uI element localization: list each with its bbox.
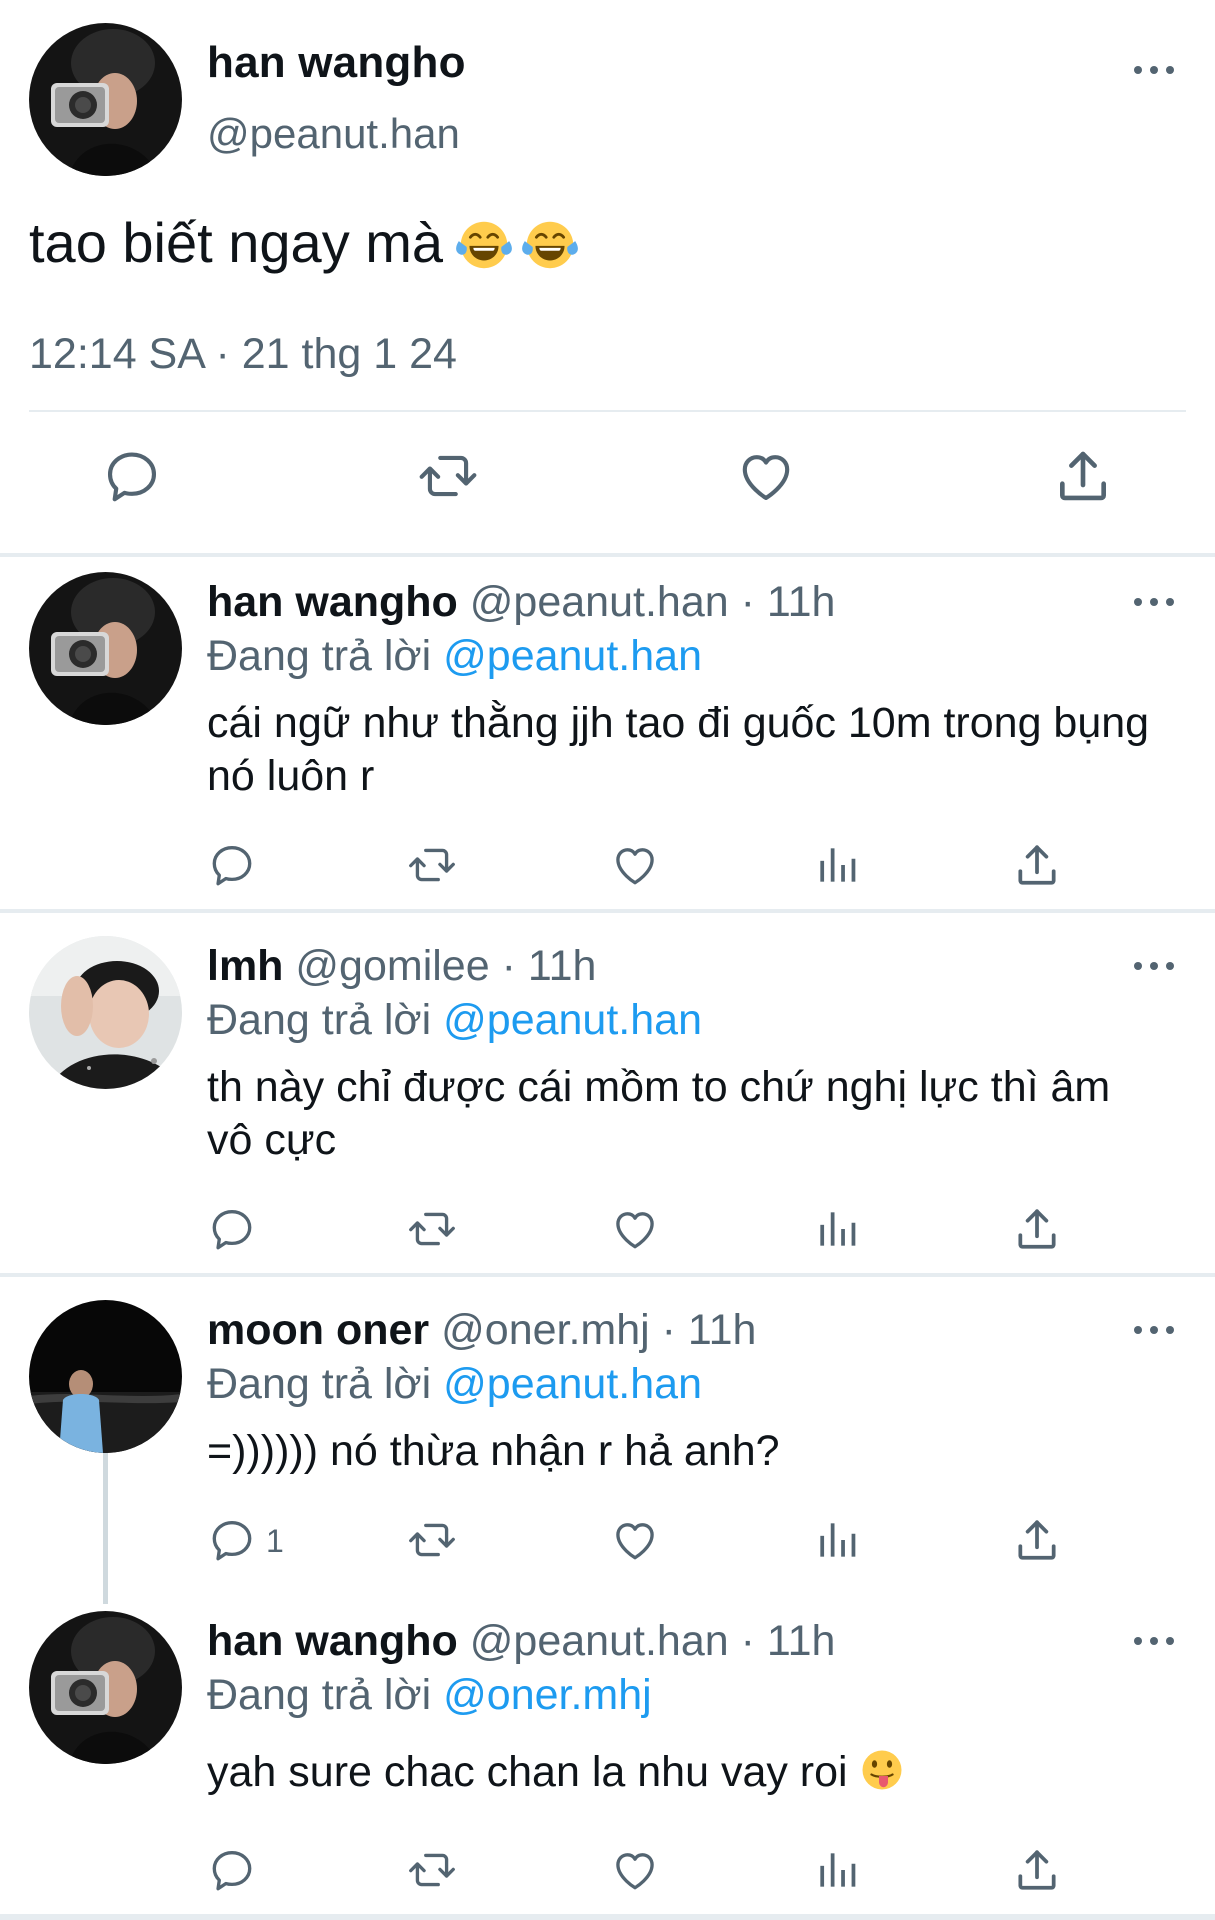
avatar[interactable] — [29, 572, 182, 725]
reply-icon[interactable] — [207, 1515, 257, 1565]
replying-label: Đang trả lời — [207, 1360, 444, 1408]
share-icon[interactable] — [1052, 445, 1114, 507]
author-name[interactable]: moon oner — [207, 1306, 429, 1354]
reply-actions: 1 — [0, 1515, 1215, 1575]
replying-to: Đang trả lời @peanut.han — [207, 1360, 702, 1409]
author-handle[interactable]: @peanut.han — [207, 110, 460, 158]
like-icon[interactable] — [610, 1204, 660, 1254]
views-icon[interactable] — [812, 1515, 862, 1565]
retweet-icon[interactable] — [407, 840, 457, 890]
reply-actions — [0, 1204, 1215, 1264]
like-icon[interactable] — [610, 1515, 660, 1565]
replying-to: Đang trả lời @peanut.han — [207, 632, 702, 681]
reply-tweet[interactable]: han wangho @peanut.han · 11h Đang trả lờ… — [0, 1611, 1215, 1911]
reply-actions — [0, 1845, 1215, 1905]
share-icon[interactable] — [1012, 1204, 1062, 1254]
more-icon[interactable] — [1132, 1631, 1176, 1651]
reply-text-container: yah sure chac chan la nhu vay roi — [207, 1746, 1167, 1799]
face-with-tears-of-joy-icon — [519, 212, 581, 274]
author-meta: @gomilee · 11h — [295, 942, 597, 990]
reply-text: =)))))) nó thừa nhận r hả anh? — [207, 1427, 780, 1475]
author-meta: @peanut.han · 11h — [469, 578, 836, 626]
retweet-icon[interactable] — [407, 1845, 457, 1895]
reply-icon[interactable] — [101, 445, 163, 507]
divider — [0, 909, 1215, 913]
like-icon[interactable] — [610, 1845, 660, 1895]
reply-count: 1 — [266, 1523, 284, 1559]
avatar[interactable] — [29, 23, 182, 176]
divider — [0, 1273, 1215, 1277]
replying-to: Đang trả lời @oner.mhj — [207, 1671, 652, 1720]
reply-text: yah sure chac chan la nhu vay roi — [207, 1748, 848, 1796]
reply-text: th này chỉ được cái mồm to chứ nghị lực … — [207, 1063, 1111, 1164]
tweet-timestamp: 12:14 SA · 21 thg 1 24 — [29, 330, 457, 378]
reply-tweet[interactable]: lmh @gomilee · 11h Đang trả lời @peanut.… — [0, 936, 1215, 1276]
mention-link[interactable]: @peanut.han — [443, 632, 702, 680]
author-name[interactable]: han wangho — [207, 1617, 458, 1665]
face-with-tears-of-joy-icon — [453, 212, 515, 274]
views-icon[interactable] — [812, 1204, 862, 1254]
share-icon[interactable] — [1012, 840, 1062, 890]
divider — [29, 410, 1186, 412]
replying-to: Đang trả lời @peanut.han — [207, 996, 702, 1045]
reply-icon[interactable] — [207, 1845, 257, 1895]
reply-tweet[interactable]: han wangho @peanut.han · 11h Đang trả lờ… — [0, 572, 1215, 912]
reply-header: han wangho @peanut.han · 11h — [207, 1617, 835, 1666]
retweet-icon[interactable] — [417, 445, 479, 507]
author-meta: @peanut.han · 11h — [469, 1617, 836, 1665]
tweet-actions — [0, 445, 1215, 525]
reply-icon[interactable] — [207, 840, 257, 890]
reply-header: han wangho @peanut.han · 11h — [207, 578, 835, 627]
avatar[interactable] — [29, 1300, 182, 1453]
author-name[interactable]: han wangho — [207, 38, 466, 88]
reply-actions — [0, 840, 1215, 900]
author-meta: @oner.mhj · 11h — [441, 1306, 757, 1354]
author-name[interactable]: han wangho — [207, 578, 458, 626]
tweet-text: tao biết ngay mà — [29, 210, 581, 275]
face-with-tongue-icon — [858, 1746, 906, 1794]
author-name[interactable]: lmh — [207, 942, 283, 990]
share-icon[interactable] — [1012, 1845, 1062, 1895]
avatar[interactable] — [29, 1611, 182, 1764]
mention-link[interactable]: @peanut.han — [443, 1360, 702, 1408]
divider — [0, 1914, 1215, 1920]
replying-label: Đang trả lời — [207, 632, 444, 680]
mention-link[interactable]: @peanut.han — [443, 996, 702, 1044]
retweet-icon[interactable] — [407, 1204, 457, 1254]
tweet-text-content: tao biết ngay mà — [29, 211, 444, 274]
more-icon[interactable] — [1132, 1320, 1176, 1340]
like-icon[interactable] — [735, 445, 797, 507]
replying-label: Đang trả lời — [207, 1671, 444, 1719]
like-icon[interactable] — [610, 840, 660, 890]
reply-text: cái ngữ như thằng jjh tao đi guốc 10m tr… — [207, 699, 1150, 800]
mention-link[interactable]: @oner.mhj — [443, 1671, 652, 1719]
reply-header: moon oner @oner.mhj · 11h — [207, 1306, 756, 1355]
divider — [0, 553, 1215, 557]
more-icon[interactable] — [1132, 956, 1176, 976]
replying-label: Đang trả lời — [207, 996, 444, 1044]
more-icon[interactable] — [1132, 592, 1176, 612]
reply-icon[interactable] — [207, 1204, 257, 1254]
reply-header: lmh @gomilee · 11h — [207, 942, 596, 991]
retweet-icon[interactable] — [407, 1515, 457, 1565]
views-icon[interactable] — [812, 840, 862, 890]
share-icon[interactable] — [1012, 1515, 1062, 1565]
more-icon[interactable] — [1132, 60, 1176, 80]
reply-tweet[interactable]: moon oner @oner.mhj · 11h Đang trả lời @… — [0, 1300, 1215, 1600]
avatar[interactable] — [29, 936, 182, 1089]
views-icon[interactable] — [812, 1845, 862, 1895]
main-tweet: han wangho @peanut.han tao biết ngay mà … — [0, 0, 1215, 553]
